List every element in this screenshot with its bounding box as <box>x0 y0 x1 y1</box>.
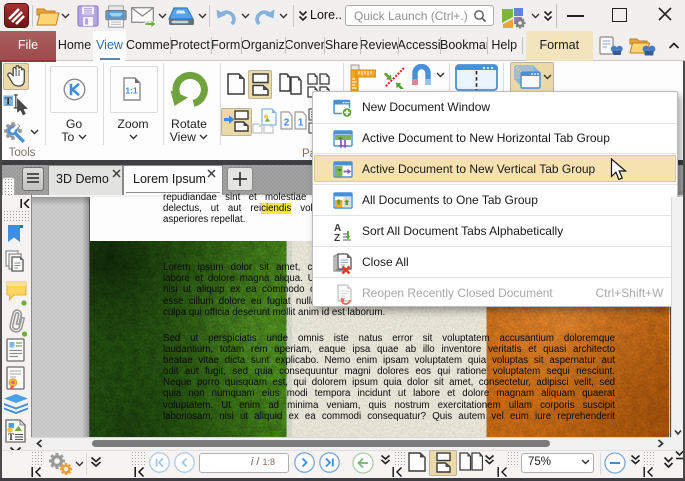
svg-text:2: 2 <box>284 118 290 129</box>
svg-text:Z: Z <box>334 233 340 242</box>
svg-text:T: T <box>8 432 14 442</box>
svg-text:1:1: 1:1 <box>125 86 138 96</box>
svg-text:T: T <box>5 96 13 108</box>
svg-text:1: 1 <box>297 118 303 129</box>
